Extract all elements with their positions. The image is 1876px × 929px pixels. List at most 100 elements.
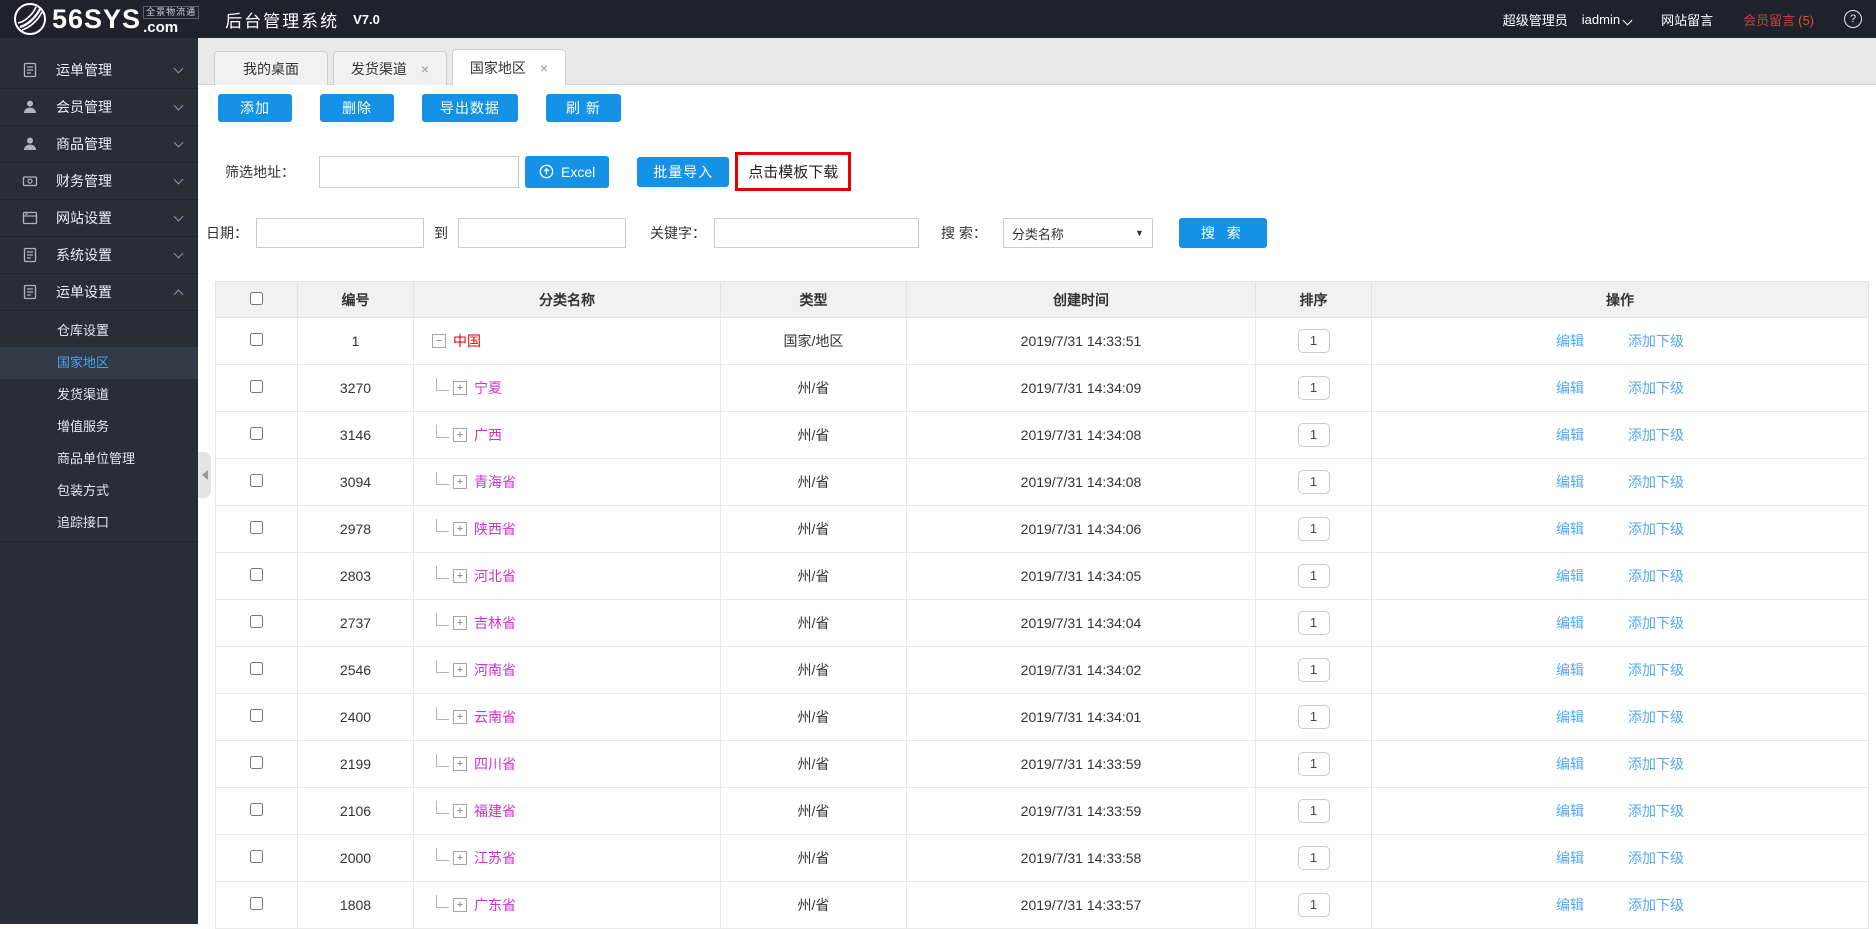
sidebar-item-finance-manage[interactable]: 财务管理	[0, 163, 198, 200]
sort-order-box[interactable]: 1	[1297, 470, 1330, 494]
select-all-checkbox[interactable]	[250, 291, 263, 305]
row-checkbox[interactable]	[250, 615, 263, 628]
refresh-button[interactable]: 刷 新	[546, 94, 621, 122]
add-child-link[interactable]: 添加下级	[1628, 803, 1684, 819]
export-data-button[interactable]: 导出数据	[422, 94, 518, 122]
add-child-link[interactable]: 添加下级	[1628, 709, 1684, 725]
row-checkbox[interactable]	[250, 709, 263, 722]
region-name-link[interactable]: 广东省	[474, 895, 516, 915]
member-messages-link[interactable]: 会员留言 (5)	[1743, 10, 1814, 29]
tree-expand-icon[interactable]: +	[453, 616, 467, 630]
edit-link[interactable]: 编辑	[1556, 333, 1584, 349]
edit-link[interactable]: 编辑	[1556, 474, 1584, 490]
add-child-link[interactable]: 添加下级	[1628, 662, 1684, 678]
add-child-link[interactable]: 添加下级	[1628, 474, 1684, 490]
row-checkbox[interactable]	[250, 850, 263, 863]
sort-order-box[interactable]: 1	[1297, 752, 1330, 776]
sort-order-box[interactable]: 1	[1297, 611, 1330, 635]
edit-link[interactable]: 编辑	[1556, 756, 1584, 772]
sort-order-box[interactable]: 1	[1297, 329, 1330, 353]
date-to-input[interactable]	[458, 218, 626, 248]
add-child-link[interactable]: 添加下级	[1628, 897, 1684, 913]
row-checkbox[interactable]	[250, 897, 263, 910]
tree-expand-icon[interactable]: +	[453, 381, 467, 395]
tree-expand-icon[interactable]: +	[453, 428, 467, 442]
add-child-link[interactable]: 添加下级	[1628, 850, 1684, 866]
address-filter-input[interactable]	[319, 155, 519, 188]
edit-link[interactable]: 编辑	[1556, 850, 1584, 866]
search-button[interactable]: 搜 索	[1178, 218, 1267, 248]
tree-expand-icon[interactable]: +	[453, 757, 467, 771]
sidebar-subitem-shipping-channel[interactable]: 发货渠道	[0, 379, 198, 411]
region-name-link[interactable]: 江苏省	[474, 848, 516, 868]
region-name-link[interactable]: 云南省	[474, 707, 516, 727]
tree-collapse-icon[interactable]: −	[432, 334, 446, 348]
close-tab-icon[interactable]: ×	[421, 62, 429, 76]
tree-expand-icon[interactable]: +	[453, 851, 467, 865]
sort-order-box[interactable]: 1	[1297, 846, 1330, 870]
edit-link[interactable]: 编辑	[1556, 897, 1584, 913]
sidebar-item-waybill-settings[interactable]: 运单设置	[0, 274, 198, 311]
sort-order-box[interactable]: 1	[1297, 423, 1330, 447]
sort-order-box[interactable]: 1	[1297, 517, 1330, 541]
delete-button[interactable]: 删除	[320, 94, 394, 122]
keyword-input[interactable]	[714, 218, 919, 248]
edit-link[interactable]: 编辑	[1556, 803, 1584, 819]
user-menu[interactable]: iadmin	[1582, 12, 1633, 27]
tree-expand-icon[interactable]: +	[453, 898, 467, 912]
tab-my-desktop[interactable]: 我的桌面	[214, 51, 328, 85]
sidebar-subitem-warehouse-settings[interactable]: 仓库设置	[0, 315, 198, 347]
batch-import-button[interactable]: 批量导入	[637, 156, 730, 187]
region-name-link[interactable]: 陕西省	[474, 519, 516, 539]
region-name-link[interactable]: 青海省	[474, 472, 516, 492]
tree-expand-icon[interactable]: +	[453, 522, 467, 536]
sidebar-item-member-manage[interactable]: 会员管理	[0, 89, 198, 126]
row-checkbox[interactable]	[250, 662, 263, 675]
add-child-link[interactable]: 添加下级	[1628, 380, 1684, 396]
edit-link[interactable]: 编辑	[1556, 568, 1584, 584]
edit-link[interactable]: 编辑	[1556, 521, 1584, 537]
region-name-link[interactable]: 四川省	[474, 754, 516, 774]
add-button[interactable]: 添加	[218, 94, 292, 122]
row-checkbox[interactable]	[250, 333, 263, 346]
add-child-link[interactable]: 添加下级	[1628, 615, 1684, 631]
region-name-link[interactable]: 河北省	[474, 566, 516, 586]
row-checkbox[interactable]	[250, 521, 263, 534]
tree-expand-icon[interactable]: +	[453, 663, 467, 677]
excel-button[interactable]: Excel	[525, 155, 610, 188]
sidebar-subitem-goods-unit[interactable]: 商品单位管理	[0, 443, 198, 475]
tab-shipping-channel[interactable]: 发货渠道 ×	[333, 51, 447, 85]
template-download-link[interactable]: 点击模板下载	[735, 152, 852, 191]
edit-link[interactable]: 编辑	[1556, 615, 1584, 631]
row-checkbox[interactable]	[250, 380, 263, 393]
row-checkbox[interactable]	[250, 427, 263, 440]
region-name-link[interactable]: 宁夏	[474, 378, 502, 398]
sidebar-collapse-handle[interactable]	[198, 452, 211, 498]
row-checkbox[interactable]	[250, 756, 263, 769]
sidebar-item-site-settings[interactable]: 网站设置	[0, 200, 198, 237]
sidebar-subitem-country-region[interactable]: 国家地区	[0, 347, 198, 379]
sort-order-box[interactable]: 1	[1297, 893, 1330, 917]
sidebar-subitem-tracking-api[interactable]: 追踪接口	[0, 507, 198, 539]
region-name-link[interactable]: 福建省	[474, 801, 516, 821]
tree-expand-icon[interactable]: +	[453, 475, 467, 489]
sidebar-item-waybill-manage[interactable]: 运单管理	[0, 52, 198, 89]
region-name-link[interactable]: 吉林省	[474, 613, 516, 633]
edit-link[interactable]: 编辑	[1556, 709, 1584, 725]
row-checkbox[interactable]	[250, 803, 263, 816]
sort-order-box[interactable]: 1	[1297, 376, 1330, 400]
close-tab-icon[interactable]: ×	[540, 61, 548, 75]
site-messages-link[interactable]: 网站留言	[1661, 10, 1713, 29]
tab-country-region[interactable]: 国家地区 ×	[452, 49, 566, 85]
region-name-link[interactable]: 中国	[453, 331, 481, 351]
sort-order-box[interactable]: 1	[1297, 658, 1330, 682]
row-checkbox[interactable]	[250, 568, 263, 581]
edit-link[interactable]: 编辑	[1556, 427, 1584, 443]
add-child-link[interactable]: 添加下级	[1628, 427, 1684, 443]
search-type-select[interactable]: 分类名称 ▼	[1002, 218, 1153, 248]
add-child-link[interactable]: 添加下级	[1628, 521, 1684, 537]
sidebar-subitem-value-added[interactable]: 增值服务	[0, 411, 198, 443]
sort-order-box[interactable]: 1	[1297, 705, 1330, 729]
region-name-link[interactable]: 河南省	[474, 660, 516, 680]
edit-link[interactable]: 编辑	[1556, 380, 1584, 396]
